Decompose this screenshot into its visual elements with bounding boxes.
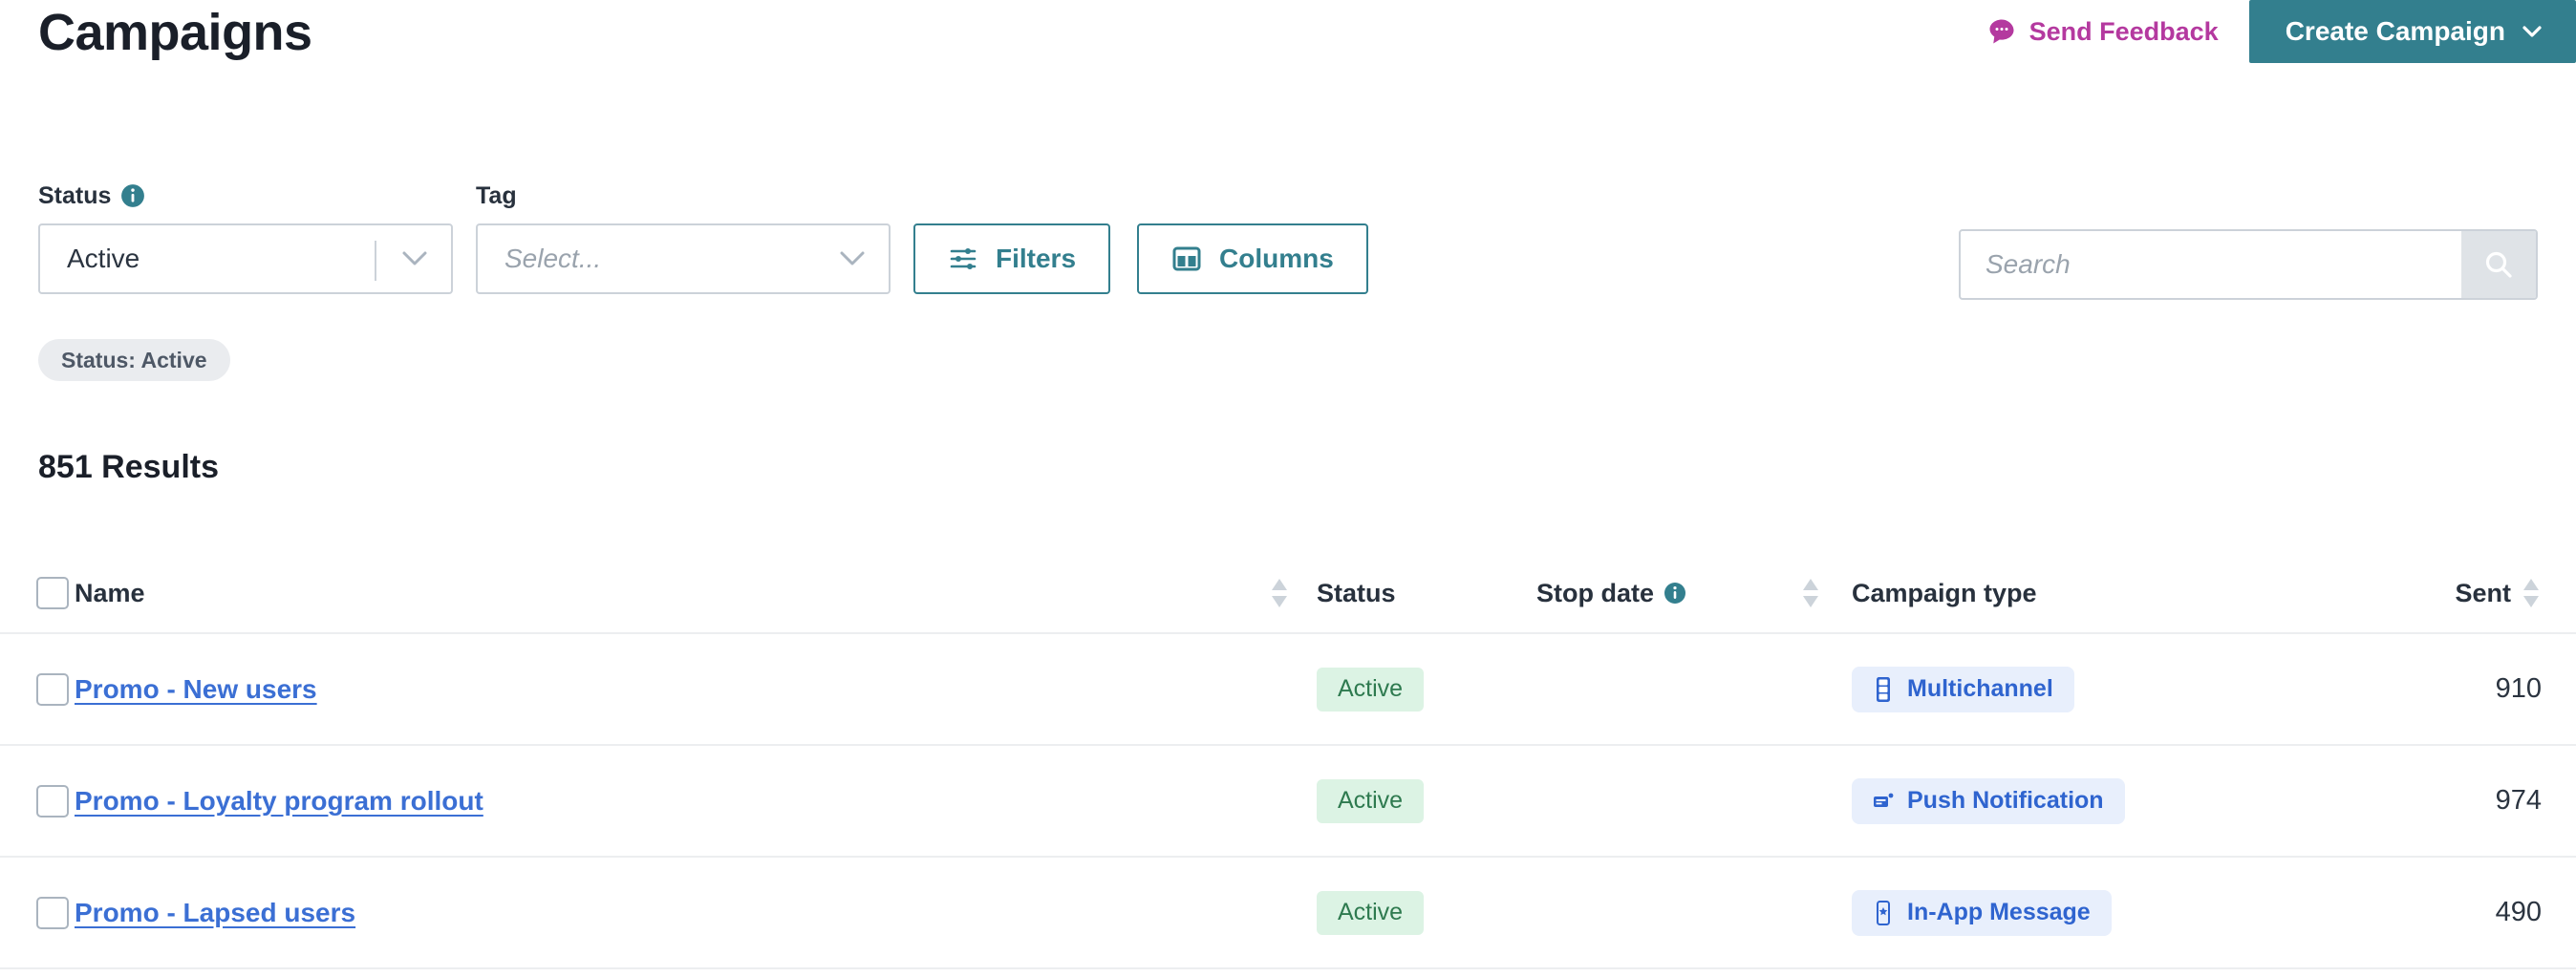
campaigns-table: Name Status Stop date Campaign type Sent…	[0, 554, 2576, 969]
row-stop-date-cell	[1536, 634, 1852, 744]
column-header-campaign-type: Campaign type	[1852, 554, 2368, 632]
campaign-type-label: In-App Message	[1907, 899, 2091, 925]
row-stop-date-cell	[1536, 746, 1852, 856]
row-campaign-type-cell: Multichannel	[1852, 634, 2368, 744]
filters-button-label: Filters	[996, 244, 1077, 273]
in-app-message-icon	[1873, 900, 1894, 926]
row-stop-date-cell	[1536, 858, 1852, 967]
multichannel-icon	[1873, 676, 1894, 703]
status-filter-label: Status	[38, 181, 112, 209]
column-header-name-label: Name	[75, 578, 145, 607]
status-badge: Active	[1317, 890, 1425, 935]
row-status-cell: Active	[1317, 634, 1536, 744]
column-header-stop-date-label-row: Stop date	[1536, 579, 1686, 608]
send-feedback-label: Send Feedback	[2029, 16, 2219, 46]
filter-toolbar: Status Active Tag Select... Filters Colu…	[38, 181, 1368, 294]
table-row[interactable]: Promo - New users Active Multichannel 91…	[0, 634, 2576, 746]
tag-select-placeholder: Select...	[504, 244, 602, 273]
row-sent-cell: 910	[2368, 634, 2576, 744]
page-title: Campaigns	[38, 4, 312, 61]
row-select-cell	[0, 746, 75, 856]
tag-select[interactable]: Select...	[476, 223, 891, 294]
row-checkbox[interactable]	[36, 896, 69, 929]
campaign-name-link[interactable]: Promo - New users	[75, 674, 317, 705]
active-filter-chips: Status: Active	[38, 339, 230, 381]
tag-filter-label: Tag	[476, 181, 517, 209]
row-campaign-type-cell: Push Notification	[1852, 746, 2368, 856]
table-row[interactable]: Promo - Lapsed users Active In-App Messa…	[0, 858, 2576, 969]
status-badge: Active	[1317, 778, 1425, 823]
chevron-down-icon	[2522, 25, 2542, 38]
columns-button-label: Columns	[1219, 244, 1334, 273]
select-divider	[375, 241, 376, 281]
speech-bubble-icon	[1987, 17, 2016, 46]
search-box	[1959, 229, 2538, 300]
row-checkbox[interactable]	[36, 784, 69, 818]
info-icon[interactable]	[120, 183, 145, 208]
filters-button[interactable]: Filters	[913, 223, 1111, 294]
column-header-name[interactable]: Name	[75, 554, 1317, 632]
column-header-stop-date[interactable]: Stop date	[1536, 554, 1852, 632]
row-name-cell: Promo - Lapsed users	[75, 858, 1317, 967]
sort-arrows-icon[interactable]	[1800, 577, 1821, 609]
row-status-cell: Active	[1317, 746, 1536, 856]
sent-value: 910	[2495, 673, 2542, 704]
table-row[interactable]: Promo - Loyalty program rollout Active P…	[0, 746, 2576, 858]
page-header: Campaigns Send Feedback Create Campaign	[0, 0, 2576, 84]
results-count: 851 Results	[38, 449, 219, 485]
column-header-stop-date-label: Stop date	[1536, 578, 1655, 607]
status-select[interactable]: Active	[38, 223, 453, 294]
column-header-sent-label: Sent	[2455, 578, 2511, 607]
sort-arrows-icon[interactable]	[2521, 577, 2542, 609]
row-checkbox[interactable]	[36, 672, 69, 706]
campaign-name-link[interactable]: Promo - Lapsed users	[75, 898, 355, 928]
row-select-cell	[0, 634, 75, 744]
push-notification-icon	[1873, 788, 1894, 815]
campaign-type-chip[interactable]: In-App Message	[1852, 889, 2112, 936]
row-status-cell: Active	[1317, 858, 1536, 967]
status-filter-label-row: Status	[38, 181, 453, 210]
row-campaign-type-cell: In-App Message	[1852, 858, 2368, 967]
sort-arrows-icon[interactable]	[1269, 577, 1290, 609]
create-campaign-label: Create Campaign	[2285, 16, 2505, 46]
row-name-cell: Promo - New users	[75, 634, 1317, 744]
filter-chip-label: Status: Active	[61, 347, 207, 372]
campaigns-page: Campaigns Send Feedback Create Campaign	[0, 0, 2576, 977]
status-filter-group: Status Active	[38, 181, 453, 294]
table-header-row: Name Status Stop date Campaign type Sent	[0, 554, 2576, 634]
columns-layout-icon	[1171, 244, 1202, 274]
sent-value: 490	[2495, 897, 2542, 927]
header-actions: Send Feedback Create Campaign	[1987, 0, 2576, 63]
campaign-type-chip[interactable]: Multichannel	[1852, 666, 2074, 712]
tune-sliders-icon	[948, 244, 978, 274]
campaign-name-link[interactable]: Promo - Loyalty program rollout	[75, 786, 483, 817]
column-header-campaign-type-label: Campaign type	[1852, 578, 2037, 607]
tag-filter-label-row: Tag	[476, 181, 891, 210]
tag-filter-group: Tag Select...	[476, 181, 891, 294]
filter-chip-status[interactable]: Status: Active	[38, 339, 230, 381]
row-name-cell: Promo - Loyalty program rollout	[75, 746, 1317, 856]
send-feedback-button[interactable]: Send Feedback	[1987, 17, 2249, 47]
info-icon[interactable]	[1664, 582, 1686, 605]
campaign-type-chip[interactable]: Push Notification	[1852, 777, 2125, 824]
row-sent-cell: 490	[2368, 858, 2576, 967]
select-all-checkbox[interactable]	[36, 577, 69, 609]
row-sent-cell: 974	[2368, 746, 2576, 856]
column-header-sent[interactable]: Sent	[2368, 554, 2576, 632]
status-select-value: Active	[67, 244, 140, 273]
campaign-type-label: Push Notification	[1907, 787, 2104, 814]
columns-button[interactable]: Columns	[1137, 223, 1368, 294]
campaign-type-label: Multichannel	[1907, 675, 2053, 702]
select-all-cell	[0, 554, 75, 632]
create-campaign-button[interactable]: Create Campaign	[2248, 0, 2576, 63]
row-select-cell	[0, 858, 75, 967]
search-button[interactable]	[2461, 231, 2536, 298]
search-input[interactable]	[1961, 231, 2461, 298]
sent-value: 974	[2495, 785, 2542, 816]
column-header-status: Status	[1317, 554, 1536, 632]
column-header-status-label: Status	[1317, 578, 1396, 607]
search-icon	[2482, 248, 2515, 281]
status-badge: Active	[1317, 667, 1425, 712]
